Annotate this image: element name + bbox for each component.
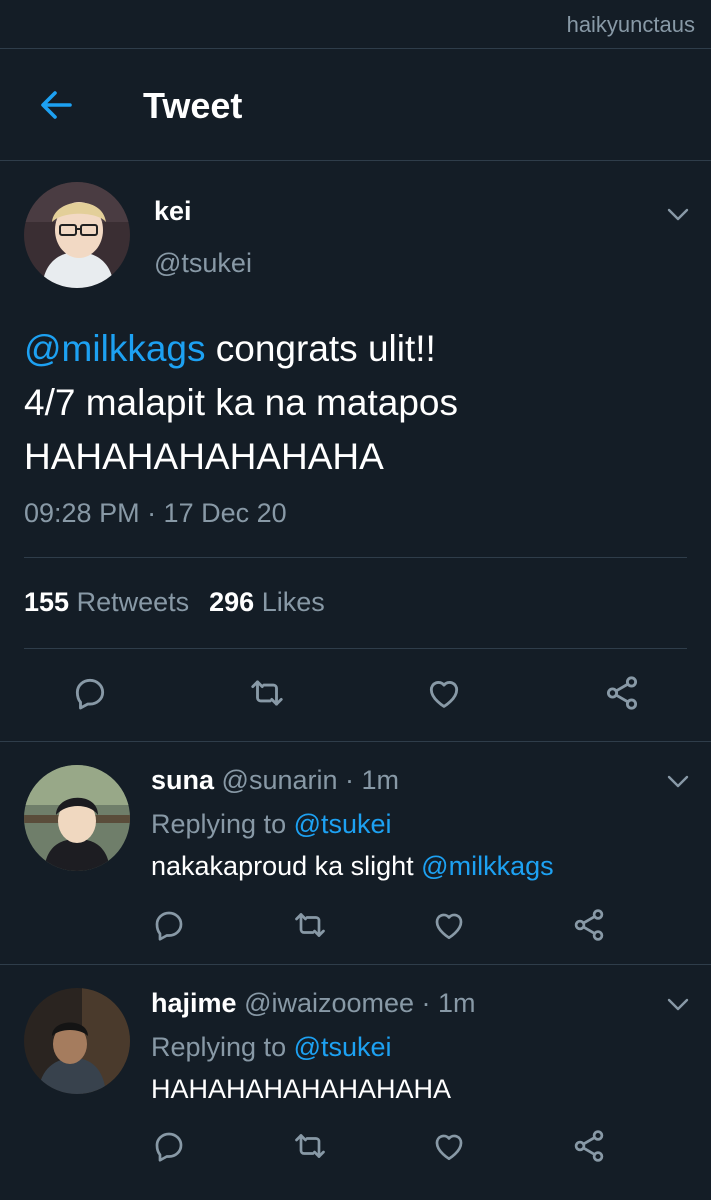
replying-to: Replying to @tsukei [151, 809, 392, 840]
header-bar: Tweet [0, 49, 711, 161]
tweet-text-line1: congrats ulit!! [205, 328, 436, 369]
like-icon[interactable] [431, 1128, 467, 1164]
reply-text-content: nakakaproud ka slight [151, 851, 422, 881]
like-icon[interactable] [425, 674, 463, 712]
divider [24, 557, 687, 558]
author-handle[interactable]: @tsukei [154, 248, 252, 279]
replying-to-link[interactable]: @tsukei [294, 1032, 392, 1062]
reply-tweet[interactable]: suna @sunarin · 1m Replying to @tsukei n… [0, 743, 711, 965]
likes-stat[interactable]: 296 Likes [209, 587, 325, 617]
tweet-text: @milkkags congrats ulit!! 4/7 malapit ka… [24, 322, 684, 484]
reply-author-handle[interactable]: @iwaizoomee [244, 988, 414, 1018]
avatar[interactable] [24, 988, 130, 1094]
retweets-stat[interactable]: 155 Retweets [24, 587, 189, 617]
arrow-left-icon[interactable] [36, 85, 76, 125]
chevron-down-icon[interactable] [665, 994, 691, 1014]
reply-tweet[interactable]: hajime @iwaizoomee · 1m Replying to @tsu… [0, 966, 711, 1200]
chevron-down-icon[interactable] [665, 204, 691, 224]
mention-link[interactable]: @milkkags [24, 328, 205, 369]
reply-text-content: HAHAHAHAHAHAHAHA [151, 1074, 452, 1104]
retweets-label: Retweets [76, 587, 190, 617]
reply-author-handle[interactable]: @sunarin [222, 765, 338, 795]
page-title: Tweet [143, 85, 243, 126]
tweet-text-line3: HAHAHAHAHAHAHA [24, 436, 384, 477]
retweet-icon[interactable] [292, 907, 328, 943]
tweet-text-line2: 4/7 malapit ka na matapos [24, 382, 458, 423]
divider [24, 648, 687, 649]
replying-prefix: Replying to [151, 1032, 294, 1062]
author-name[interactable]: kei [154, 196, 192, 227]
reply-header: suna @sunarin · 1m [151, 765, 399, 796]
tweet-actions [0, 664, 711, 724]
watermark: haikyunctaus [566, 12, 695, 37]
replying-to: Replying to @tsukei [151, 1032, 392, 1063]
main-tweet: kei @tsukei @milkkags congrats ulit!! 4/… [0, 162, 711, 742]
tweet-timestamp: 09:28 PM · 17 Dec 20 [24, 498, 287, 528]
mention-link[interactable]: @milkkags [421, 851, 553, 881]
share-icon[interactable] [571, 907, 607, 943]
chevron-down-icon[interactable] [665, 771, 691, 791]
reply-icon[interactable] [151, 907, 187, 943]
reply-author-name[interactable]: suna [151, 765, 214, 795]
reply-time: · 1m [414, 988, 476, 1018]
reply-author-name[interactable]: hajime [151, 988, 237, 1018]
avatar[interactable] [24, 182, 130, 288]
like-icon[interactable] [431, 907, 467, 943]
share-icon[interactable] [603, 674, 641, 712]
retweet-icon[interactable] [292, 1128, 328, 1164]
reply-icon[interactable] [71, 674, 109, 712]
reply-text: HAHAHAHAHAHAHAHA [151, 1074, 451, 1105]
replying-prefix: Replying to [151, 809, 294, 839]
likes-label: Likes [261, 587, 325, 617]
likes-count: 296 [209, 587, 255, 617]
avatar[interactable] [24, 765, 130, 871]
tweet-stats: 155 Retweets 296 Likes [24, 587, 325, 618]
reply-header: hajime @iwaizoomee · 1m [151, 988, 476, 1019]
replying-to-link[interactable]: @tsukei [294, 809, 392, 839]
reply-icon[interactable] [151, 1128, 187, 1164]
retweets-count: 155 [24, 587, 70, 617]
reply-time: · 1m [337, 765, 400, 795]
share-icon[interactable] [571, 1128, 607, 1164]
reply-text: nakakaproud ka slight @milkkags [151, 851, 554, 882]
retweet-icon[interactable] [248, 674, 286, 712]
